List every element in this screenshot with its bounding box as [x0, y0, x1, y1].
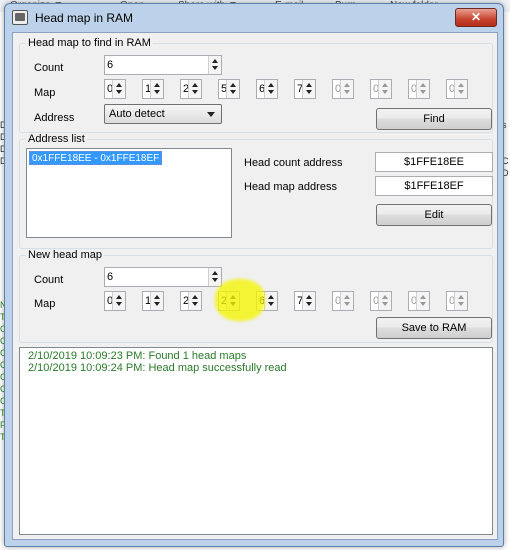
new-count-value: 6 — [107, 271, 114, 283]
new-map-spin-7[interactable]: 0 — [332, 291, 354, 311]
edit-button[interactable]: Edit — [376, 204, 492, 226]
chevron-down-icon — [207, 112, 215, 117]
new-map-spin-9[interactable]: 0 — [408, 291, 430, 311]
spin-arrows-icon[interactable] — [112, 80, 125, 98]
spin-arrows-icon[interactable] — [454, 80, 467, 98]
find-map-spin-4[interactable]: 5 — [218, 79, 240, 99]
find-map-spin-6[interactable]: 7 — [294, 79, 316, 99]
address-list-group: Address list 0x1FFE18EE - 0x1FFE18EF Hea… — [19, 133, 493, 249]
find-map-spin-10[interactable]: 0 — [446, 79, 468, 99]
spin-arrows-icon[interactable] — [302, 292, 315, 310]
new-map-label: Map — [34, 298, 56, 310]
close-button[interactable]: ✕ — [455, 8, 497, 27]
find-group: Head map to find in RAM Count 6 Map 0 1 … — [19, 37, 493, 133]
spin-arrows-icon[interactable] — [340, 80, 353, 98]
window-client-area: Head map to find in RAM Count 6 Map 0 1 … — [12, 32, 498, 540]
find-map-label: Map — [34, 87, 56, 99]
find-map-spin-1[interactable]: 0 — [104, 79, 126, 99]
new-map-spin-3[interactable]: 2 — [180, 291, 202, 311]
spin-arrows-icon[interactable] — [416, 292, 429, 310]
new-map-spin-1[interactable]: 0 — [104, 291, 126, 311]
find-count-label: Count — [34, 62, 64, 74]
spin-arrows-icon[interactable] — [340, 292, 353, 310]
spin-arrows-icon[interactable] — [188, 292, 201, 310]
spin-arrows-icon[interactable] — [112, 292, 125, 310]
address-list-item[interactable]: 0x1FFE18EE - 0x1FFE18EF — [29, 151, 163, 165]
find-map-spin-7[interactable]: 0 — [332, 79, 354, 99]
find-group-legend: Head map to find in RAM — [26, 37, 153, 49]
spin-arrows-icon[interactable] — [378, 80, 391, 98]
head-map-window: Head map in RAM ✕ Head map to find in RA… — [4, 3, 504, 547]
spin-arrows-icon[interactable] — [226, 80, 239, 98]
spin-arrows-icon[interactable] — [150, 80, 163, 98]
find-map-spin-9[interactable]: 0 — [408, 79, 430, 99]
find-count-input[interactable]: 6 — [104, 55, 222, 75]
new-map-spin-6[interactable]: 7 — [294, 291, 316, 311]
spin-arrows-icon[interactable] — [302, 80, 315, 98]
new-count-input[interactable]: 6 — [104, 267, 222, 287]
yellow-highlight-marker — [215, 279, 265, 321]
title-bar[interactable]: Head map in RAM ✕ — [5, 4, 503, 32]
find-count-value: 6 — [107, 59, 114, 71]
address-dropdown[interactable]: Auto detect — [104, 104, 222, 124]
app-icon — [12, 10, 28, 25]
head-count-address-label: Head count address — [244, 157, 343, 169]
save-to-ram-button[interactable]: Save to RAM — [376, 317, 492, 339]
head-map-address-label: Head map address — [244, 181, 337, 193]
log-output[interactable]: 2/10/2019 10:09:23 PM: Found 1 head maps… — [19, 347, 493, 535]
new-map-spin-10[interactable]: 0 — [446, 291, 468, 311]
find-map-spin-3[interactable]: 2 — [180, 79, 202, 99]
head-map-address-field[interactable]: $1FFE18EF — [375, 176, 493, 196]
spin-arrows-icon[interactable] — [416, 80, 429, 98]
new-map-spin-2[interactable]: 1 — [142, 291, 164, 311]
address-list-legend: Address list — [26, 133, 87, 145]
window-title: Head map in RAM — [35, 11, 134, 25]
spin-arrows-icon[interactable] — [264, 80, 277, 98]
spin-arrows-icon[interactable] — [454, 292, 467, 310]
spin-arrows-icon[interactable] — [378, 292, 391, 310]
address-label: Address — [34, 112, 75, 124]
spin-arrows-icon[interactable] — [264, 292, 277, 310]
new-count-label: Count — [34, 274, 64, 286]
address-listbox[interactable]: 0x1FFE18EE - 0x1FFE18EF — [26, 148, 232, 238]
log-line: 2/10/2019 10:09:24 PM: Head map successf… — [28, 362, 287, 374]
address-selected-value: Auto detect — [109, 108, 165, 120]
new-map-spin-8[interactable]: 0 — [370, 291, 392, 311]
head-count-address-field[interactable]: $1FFE18EE — [375, 152, 493, 172]
log-line: 2/10/2019 10:09:23 PM: Found 1 head maps — [28, 350, 247, 362]
spin-arrows-icon[interactable] — [208, 268, 221, 286]
find-map-spin-2[interactable]: 1 — [142, 79, 164, 99]
spin-arrows-icon[interactable] — [208, 56, 221, 74]
new-head-map-legend: New head map — [26, 249, 104, 261]
spin-arrows-icon[interactable] — [188, 80, 201, 98]
find-map-spin-5[interactable]: 6 — [256, 79, 278, 99]
find-map-spin-8[interactable]: 0 — [370, 79, 392, 99]
spin-arrows-icon[interactable] — [150, 292, 163, 310]
find-button[interactable]: Find — [376, 108, 492, 130]
